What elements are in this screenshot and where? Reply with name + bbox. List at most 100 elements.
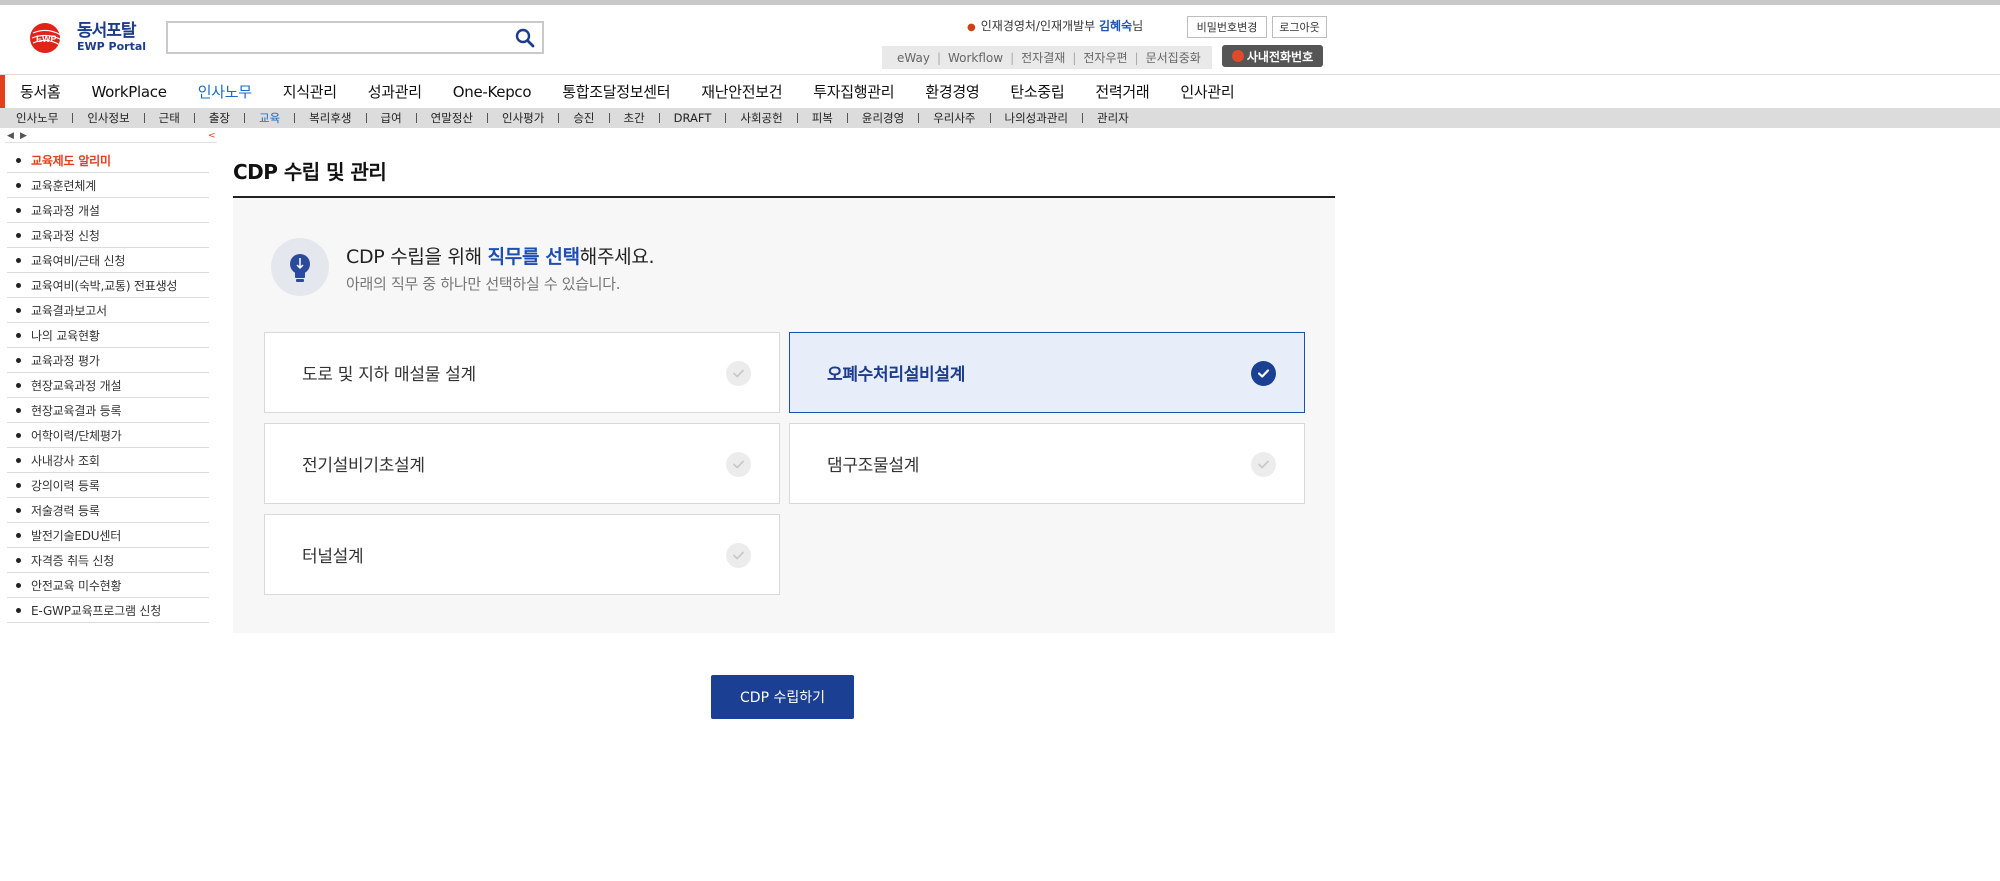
quick-link-docs[interactable]: 문서집중화 [1139,49,1208,66]
main-nav-item[interactable]: 재난안전보건 [701,81,782,102]
main-nav: 동서홈 WorkPlace 인사노무 지식관리 성과관리 One-Kepco 통… [20,75,1265,108]
guide-text: CDP 수립을 위해 직무를 선택해주세요. [346,246,655,268]
job-option-label: 도로 및 지하 매설물 설계 [302,365,476,385]
main-nav-item[interactable]: 인사관리 [1180,81,1234,102]
arrow-left-icon[interactable]: ◀ [7,131,14,141]
job-option-label: 터널설계 [302,547,364,567]
job-selection-panel: CDP 수립을 위해 직무를 선택해주세요. 아래의 직무 중 하나만 선택하실… [233,198,1335,633]
sidebar-item[interactable]: 교육과정 신청 [7,223,209,248]
user-org: 인재경영처/인재개발부 [980,19,1096,33]
logo-korean-text: 동서포탈 [77,21,137,42]
sidebar-item[interactable]: 안전교육 미수현황 [7,573,209,598]
page-title: CDP 수립 및 관리 [233,160,387,184]
job-option[interactable]: 터널설계 [264,514,780,595]
sub-nav-item[interactable]: 나의성과관리 [1005,110,1068,126]
main-nav-item[interactable]: 통합조달정보센터 [562,81,670,102]
user-suffix: 님 [1132,19,1144,33]
cdp-submit-button[interactable]: CDP 수립하기 [711,675,854,719]
sub-nav-item[interactable]: 근태 [159,110,180,126]
search-box [166,21,544,54]
svg-text:EWP: EWP [36,34,57,44]
job-option[interactable]: 전기설비기초설계 [264,423,780,504]
sub-nav-item[interactable]: 윤리경영 [862,110,904,126]
quick-links-bar: eWay | Workflow | 전자결재 | 전자우편 | 문서집중화 [882,46,1212,69]
quick-link-eway[interactable]: eWay [890,51,937,65]
job-option[interactable]: 댐구조물설계 [789,423,1305,504]
sidebar-item[interactable]: 사내강사 조회 [7,448,209,473]
main-nav-item[interactable]: 전력거래 [1095,81,1149,102]
sidebar-item[interactable]: 교육과정 개설 [7,198,209,223]
job-option-label: 오폐수처리설비설계 [827,365,966,385]
sub-nav-item[interactable]: 연말정산 [431,110,473,126]
sidebar-item[interactable]: 어학이력/단체평가 [7,423,209,448]
sidebar-item[interactable]: 현장교육결과 등록 [7,398,209,423]
check-circle-icon [726,361,751,386]
arrow-right-icon[interactable]: ▶ [20,131,27,141]
check-circle-icon [1251,361,1276,386]
sidebar-item-active[interactable]: 교육제도 알리미 [7,148,209,173]
job-option[interactable]: 도로 및 지하 매설물 설계 [264,332,780,413]
quick-link-mail[interactable]: 전자우편 [1076,49,1134,66]
main-nav-item-active[interactable]: 인사노무 [198,81,252,102]
bullet-icon: ● [967,22,976,33]
sidebar-item[interactable]: 교육여비(숙박,교통) 전표생성 [7,273,209,298]
quick-link-approval[interactable]: 전자결재 [1014,49,1072,66]
ewp-logo-icon: EWP [27,21,73,55]
sub-nav-item[interactable]: 우리사주 [933,110,975,126]
sidebar-item[interactable]: 교육훈련체계 [7,173,209,198]
job-option-label: 전기설비기초설계 [302,456,425,476]
sub-nav: 인사노무 인사정보 근태 출장 교육 복리후생 급여 연말정산 인사평가 승진 … [0,108,2000,128]
logout-button[interactable]: 로그아웃 [1272,16,1327,38]
guide-highlight: 직무를 선택 [487,246,581,268]
sub-nav-item[interactable]: 복리후생 [309,110,351,126]
main-nav-item[interactable]: 탄소중립 [1010,81,1064,102]
sub-nav-item[interactable]: 사회공헌 [740,110,782,126]
sidebar-menu: 교육제도 알리미 교육훈련체계 교육과정 개설 교육과정 신청 교육여비/근태 … [7,148,209,623]
sidebar-item[interactable]: 발전기술EDU센터 [7,523,209,548]
logo-english-text: EWP Portal [77,40,147,54]
sidebar-item[interactable]: 교육여비/근태 신청 [7,248,209,273]
sidebar-item[interactable]: E-GWP교육프로그램 신청 [7,598,209,623]
sub-nav-item[interactable]: 승진 [573,110,594,126]
sub-nav-item[interactable]: 인사정보 [87,110,129,126]
main-nav-item[interactable]: 투자집행관리 [813,81,894,102]
check-circle-icon [726,543,751,568]
sidebar-item[interactable]: 교육과정 평가 [7,348,209,373]
sidebar-item[interactable]: 교육결과보고서 [7,298,209,323]
job-option-selected[interactable]: 오폐수처리설비설계 [789,332,1305,413]
sidebar-item[interactable]: 저술경력 등록 [7,498,209,523]
sidebar-item[interactable]: 현장교육과정 개설 [7,373,209,398]
sub-nav-item[interactable]: 피복 [812,110,833,126]
user-info: ● 인재경영처/인재개발부 김혜숙님 [967,17,1143,34]
sub-nav-item[interactable]: 관리자 [1097,110,1129,126]
quick-link-workflow[interactable]: Workflow [941,51,1010,65]
sidebar-item[interactable]: 자격증 취득 신청 [7,548,209,573]
sidebar-toggle-row: ◀ ▶ < [5,131,217,143]
main-nav-item[interactable]: 성과관리 [368,81,422,102]
ewp-portal-logo[interactable]: EWP 동서포탈 EWP Portal [27,20,147,56]
sub-nav-item[interactable]: 출장 [209,110,230,126]
nav-accent-bar [0,75,5,108]
main-nav-item[interactable]: WorkPlace [92,83,167,101]
sidebar-item[interactable]: 나의 교육현황 [7,323,209,348]
sub-nav-item-active[interactable]: 교육 [259,110,280,126]
main-nav-item[interactable]: 지식관리 [283,81,337,102]
phone-button-label: 사내전화번호 [1246,49,1314,64]
check-circle-icon [726,452,751,477]
phone-directory-button[interactable]: 사내전화번호 [1222,45,1323,67]
change-password-button[interactable]: 비밀번호변경 [1187,16,1267,38]
sub-nav-item[interactable]: 인사평가 [502,110,544,126]
sub-nav-item[interactable]: DRAFT [674,111,712,125]
sub-nav-item[interactable]: 급여 [381,110,402,126]
search-icon[interactable] [514,27,536,49]
main-nav-item[interactable]: One-Kepco [453,83,532,101]
sub-nav-item[interactable]: 인사노무 [16,110,58,126]
sidebar-item[interactable]: 강의이력 등록 [7,473,209,498]
search-input[interactable] [168,23,498,52]
main-nav-item[interactable]: 동서홈 [20,81,61,102]
guide-subtext: 아래의 직무 중 하나만 선택하실 수 있습니다. [346,275,621,293]
main-nav-item[interactable]: 환경경영 [925,81,979,102]
collapse-sidebar-icon[interactable]: < [208,131,216,141]
check-circle-icon [1251,452,1276,477]
sub-nav-item[interactable]: 초간 [624,110,645,126]
